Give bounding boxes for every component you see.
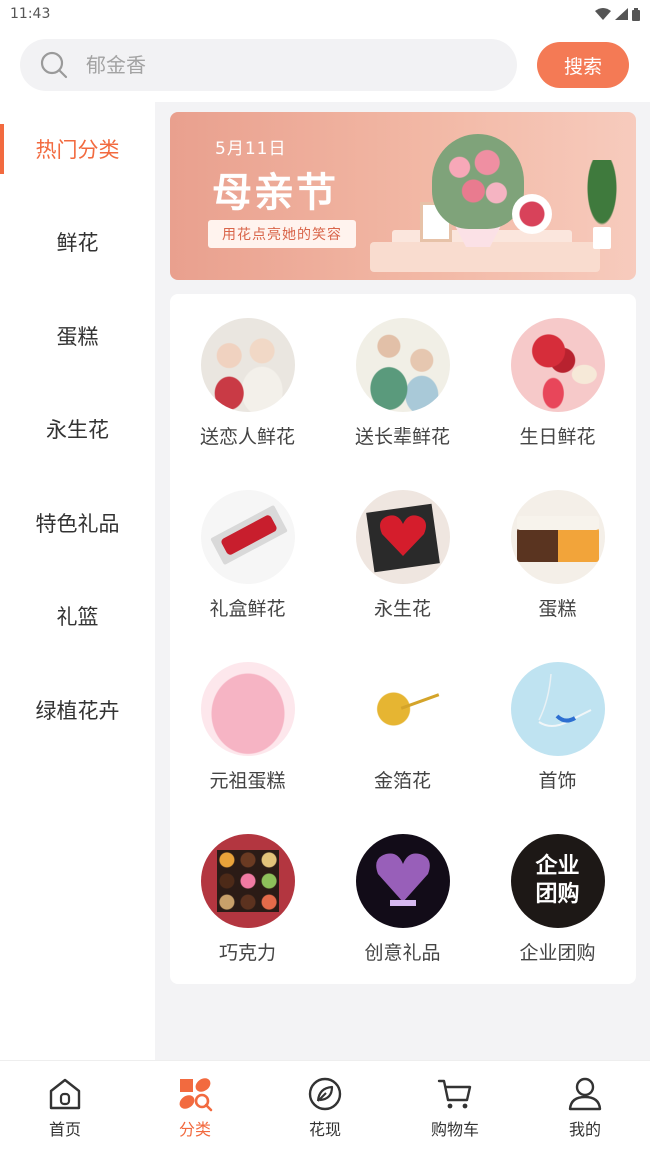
- sidebar-item-label: 礼篮: [56, 605, 99, 630]
- category-item-creative-gifts[interactable]: 创意礼品: [325, 810, 480, 982]
- category-label: 巧克力: [218, 942, 276, 964]
- category-label: 送长辈鲜花: [354, 426, 450, 448]
- category-item-yuanzu-cake[interactable]: 元祖蛋糕: [170, 638, 325, 810]
- cart-icon: [437, 1079, 472, 1109]
- couple-photo-icon: [200, 318, 295, 412]
- pink-cake-photo-icon: [200, 662, 295, 756]
- search-row: 搜索: [0, 28, 650, 102]
- category-sidebar: 热门分类 鲜花 蛋糕 永生花 特色礼品 礼篮 绿植花卉: [0, 102, 155, 1060]
- profile-icon: [568, 1077, 602, 1111]
- category-icon: [179, 1078, 213, 1112]
- category-item-birthday-flowers[interactable]: 生日鲜花: [480, 294, 635, 466]
- sidebar-item-cake[interactable]: 蛋糕: [0, 289, 155, 383]
- category-label: 生日鲜花: [519, 426, 596, 448]
- crystal-heart-photo-icon: [355, 834, 450, 928]
- sidebar-item-label: 鲜花: [56, 231, 99, 256]
- mothers-day-banner[interactable]: 5月11日 母亲节 用花点亮她的笑容: [170, 112, 636, 280]
- battery-icon: [632, 7, 640, 21]
- category-label: 元祖蛋糕: [209, 770, 286, 792]
- sidebar-item-label: 永生花: [46, 418, 109, 443]
- tab-label: 分类: [178, 1120, 211, 1139]
- category-item-gift-box-flowers[interactable]: 礼盒鲜花: [170, 466, 325, 638]
- gift-box-image: [512, 194, 552, 234]
- sidebar-item-green-plants[interactable]: 绿植花卉: [0, 663, 155, 757]
- sidebar-item-special-gifts[interactable]: 特色礼品: [0, 476, 155, 570]
- wifi-icon: [595, 8, 611, 20]
- category-label: 首饰: [538, 770, 577, 792]
- category-label: 企业团购: [519, 942, 596, 964]
- category-label: 永生花: [373, 598, 431, 620]
- sidebar-item-label: 绿植花卉: [35, 698, 120, 723]
- status-time: 11:43: [10, 6, 51, 22]
- birthday-bouquet-photo-icon: [510, 318, 605, 412]
- status-icons: [595, 7, 640, 21]
- category-item-elder-flowers[interactable]: 送长辈鲜花: [325, 294, 480, 466]
- gold-rose-photo-icon: [355, 662, 450, 756]
- category-item-cake[interactable]: 蛋糕: [480, 466, 635, 638]
- search-input[interactable]: [86, 53, 466, 77]
- signal-icon: [615, 8, 628, 20]
- plant-image: [585, 160, 619, 230]
- discover-icon: [308, 1077, 342, 1111]
- enterprise-logo-text: 企业团购: [535, 854, 580, 907]
- category-item-enterprise-purchase[interactable]: 企业团购 企业团购: [480, 810, 635, 982]
- category-grid: 送恋人鲜花 送长辈鲜花 生日鲜花 礼盒鲜花 永生花 蛋糕 元祖蛋糕 金箔花 首饰…: [170, 294, 636, 984]
- search-box[interactable]: [20, 39, 517, 91]
- sidebar-item-hot[interactable]: 热门分类: [0, 102, 155, 196]
- tab-label: 花现: [308, 1120, 341, 1139]
- tab-label: 我的: [568, 1120, 601, 1139]
- chocolate-box-photo-icon: [200, 834, 295, 928]
- category-item-gold-foil-flower[interactable]: 金箔花: [325, 638, 480, 810]
- search-icon: [40, 51, 68, 79]
- search-button[interactable]: 搜索: [537, 42, 629, 88]
- tab-home[interactable]: 首页: [0, 1061, 130, 1155]
- tab-profile[interactable]: 我的: [520, 1061, 650, 1155]
- content-area: 5月11日 母亲节 用花点亮她的笑容 送恋人鲜花 送长辈鲜花 生日鲜花 礼盒鲜花…: [155, 102, 650, 1060]
- sidebar-item-label: 特色礼品: [35, 511, 120, 536]
- tab-category[interactable]: 分类: [130, 1061, 260, 1155]
- banner-subtitle: 用花点亮她的笑容: [208, 220, 356, 248]
- tab-cart[interactable]: 购物车: [390, 1061, 520, 1155]
- sidebar-item-flowers[interactable]: 鲜花: [0, 196, 155, 290]
- bottom-tab-bar: 首页 分类 花现 购物车 我的: [0, 1060, 650, 1155]
- banner-title: 母亲节: [212, 169, 338, 216]
- tab-label: 首页: [48, 1120, 81, 1139]
- category-item-chocolate[interactable]: 巧克力: [170, 810, 325, 982]
- home-icon: [49, 1078, 81, 1110]
- sidebar-item-preserved-flowers[interactable]: 永生花: [0, 383, 155, 477]
- sidebar-item-label: 蛋糕: [56, 324, 99, 349]
- category-item-preserved-flowers[interactable]: 永生花: [325, 466, 480, 638]
- category-item-lover-flowers[interactable]: 送恋人鲜花: [170, 294, 325, 466]
- category-item-jewelry[interactable]: 首饰: [480, 638, 635, 810]
- swan-necklace-photo-icon: [510, 662, 605, 756]
- tab-label: 购物车: [430, 1120, 479, 1139]
- rose-gift-box-photo-icon: [200, 490, 295, 584]
- sidebar-item-label: 热门分类: [35, 137, 120, 162]
- sidebar-item-gift-basket[interactable]: 礼篮: [0, 570, 155, 664]
- heart-rose-box-photo-icon: [355, 490, 450, 584]
- bouquet-image: [432, 134, 524, 229]
- enterprise-logo-icon: 企业团购: [510, 834, 605, 928]
- category-label: 创意礼品: [364, 942, 441, 964]
- status-bar: 11:43: [0, 0, 650, 28]
- category-label: 礼盒鲜花: [209, 598, 286, 620]
- tab-discover[interactable]: 花现: [260, 1061, 390, 1155]
- elders-photo-icon: [355, 318, 450, 412]
- cake-photo-icon: [510, 490, 605, 584]
- plant-pot-image: [593, 227, 611, 249]
- banner-date: 5月11日: [215, 139, 287, 159]
- category-label: 金箔花: [373, 770, 431, 792]
- category-label: 蛋糕: [538, 598, 577, 620]
- category-label: 送恋人鲜花: [199, 426, 295, 448]
